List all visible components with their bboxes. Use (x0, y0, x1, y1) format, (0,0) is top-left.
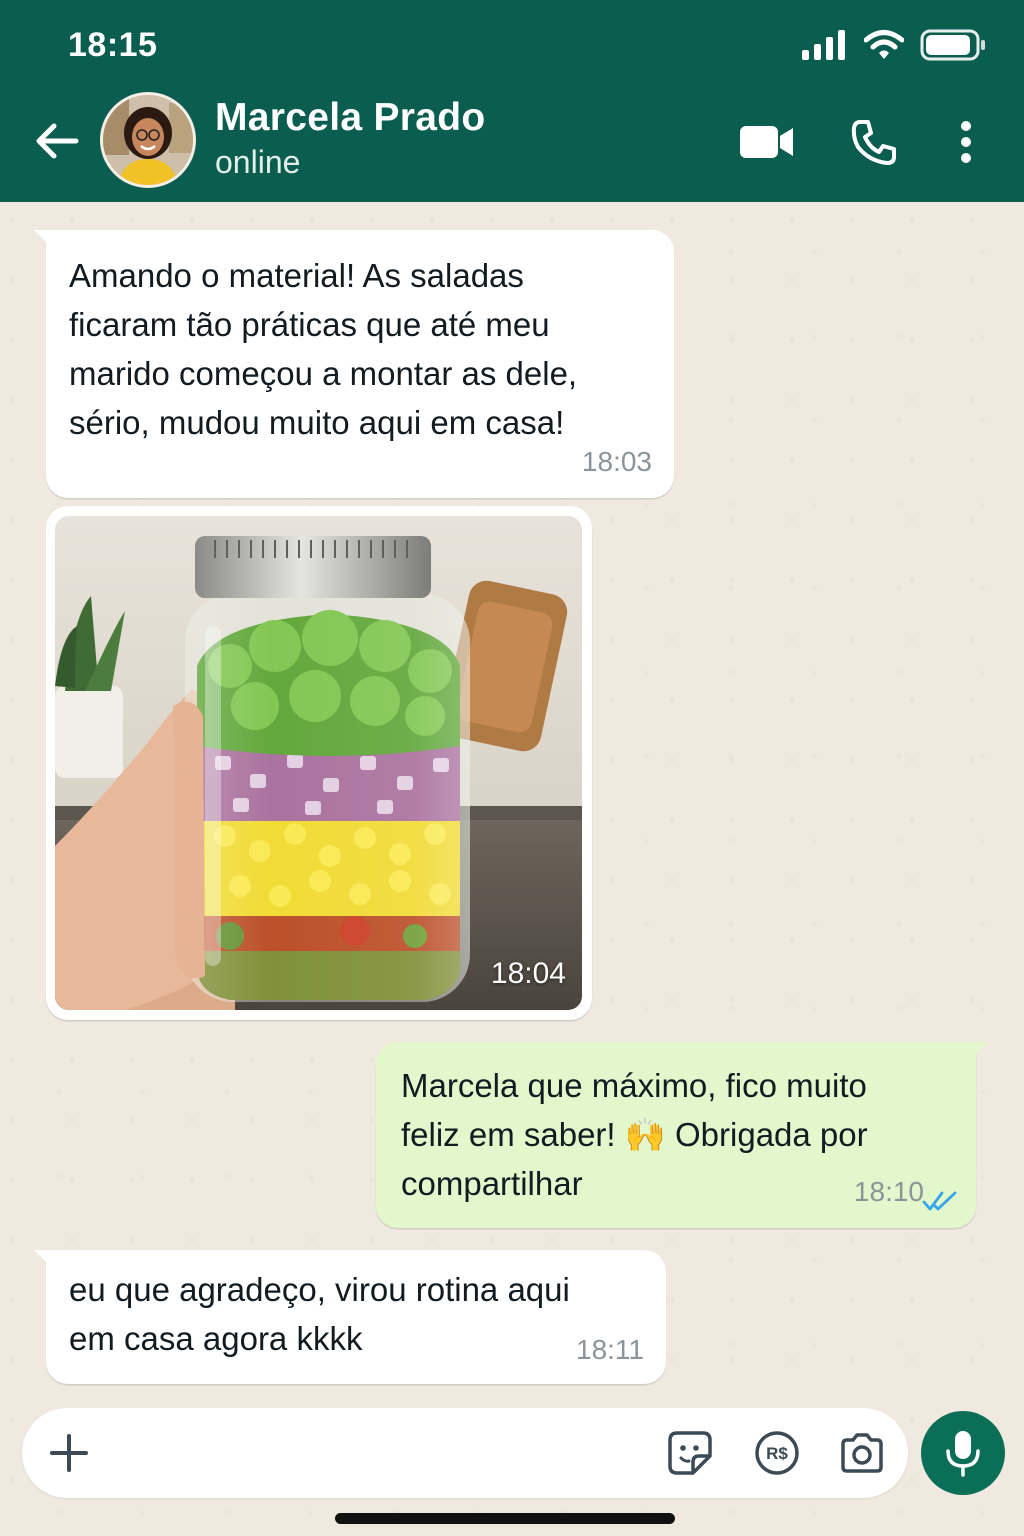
layered-salad-jar-photo (55, 516, 582, 1010)
voice-message-button[interactable] (921, 1411, 1005, 1495)
message-text: Amando o material! As saladas ficaram tã… (69, 257, 578, 441)
phone-icon (851, 120, 896, 165)
message-text: eu que agradeço, virou rotina aqui em ca… (69, 1271, 570, 1357)
contact-name[interactable]: Marcela Prado (215, 96, 486, 140)
payment-button[interactable]: R$ (752, 1428, 802, 1478)
home-indicator (335, 1513, 675, 1524)
camera-button[interactable] (837, 1428, 887, 1478)
sticker-icon (668, 1431, 712, 1475)
video-call-icon (740, 126, 793, 158)
chat-header: 18:15 Marcela Prado online (0, 0, 1024, 202)
salad-jar-photo[interactable]: 18:04 (55, 516, 582, 1010)
microphone-icon (946, 1431, 980, 1477)
status-bar-time: 18:15 (68, 26, 158, 64)
avatar-portrait (103, 95, 193, 185)
voice-call-button[interactable] (848, 114, 900, 170)
cellular-signal-icon (802, 30, 845, 60)
svg-text:R$: R$ (766, 1444, 788, 1463)
message-bubble-outgoing[interactable]: Marcela que máximo, fico muito feliz em … (376, 1042, 988, 1228)
message-composer: R$ (22, 1408, 908, 1498)
image-message-time: 18:04 (490, 957, 566, 990)
read-receipt-icon (922, 1191, 957, 1211)
message-time: 18:10 (853, 1176, 924, 1207)
contact-avatar[interactable] (100, 92, 196, 188)
image-message-bubble[interactable]: 18:04 (46, 506, 592, 1020)
back-arrow-icon (36, 123, 79, 159)
sticker-button[interactable] (665, 1428, 715, 1478)
more-options-button[interactable] (946, 114, 986, 170)
payment-icon: R$ (755, 1431, 799, 1475)
more-vertical-icon (961, 121, 971, 163)
status-bar-icons (802, 28, 986, 62)
wifi-icon (864, 30, 904, 59)
video-call-button[interactable] (738, 114, 796, 170)
message-bubble-incoming[interactable]: eu que agradeço, virou rotina aqui em ca… (34, 1250, 666, 1384)
message-time: 18:11 (576, 1334, 644, 1365)
plus-icon (50, 1434, 88, 1472)
back-button[interactable] (30, 114, 84, 168)
chat-area[interactable]: Amando o material! As saladas ficaram tã… (0, 202, 1024, 1536)
battery-icon (920, 29, 985, 61)
contact-status: online (215, 144, 301, 180)
camera-icon (841, 1433, 883, 1473)
message-time: 18:03 (581, 446, 652, 477)
attach-button[interactable] (44, 1428, 94, 1478)
message-bubble-incoming[interactable]: Amando o material! As saladas ficaram tã… (34, 230, 674, 498)
message-input[interactable] (112, 1428, 652, 1478)
